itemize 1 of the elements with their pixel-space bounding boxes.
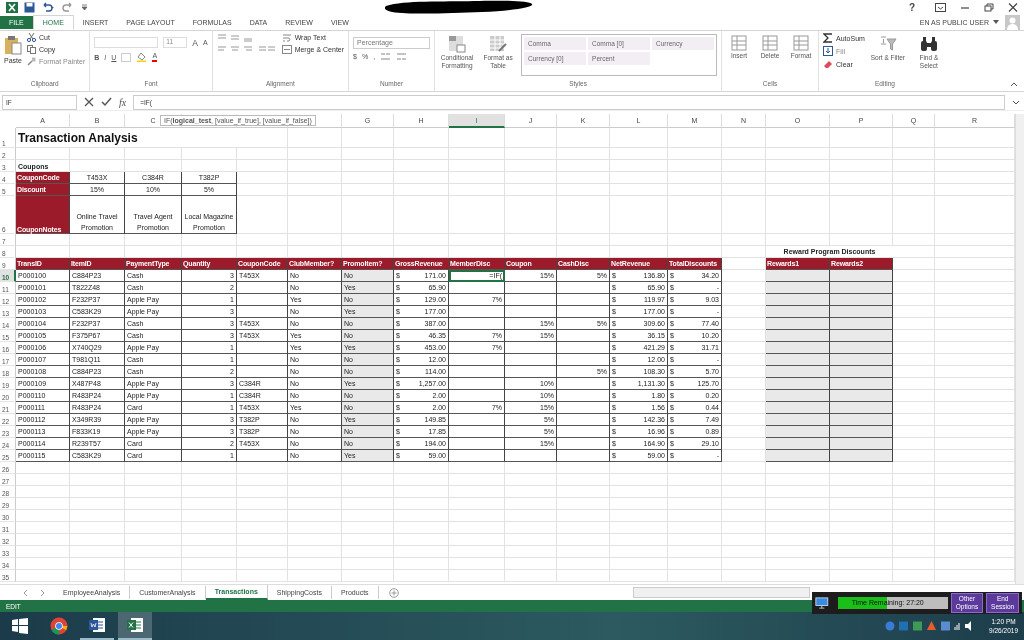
sheet-title: Transaction Analysis xyxy=(16,128,237,148)
